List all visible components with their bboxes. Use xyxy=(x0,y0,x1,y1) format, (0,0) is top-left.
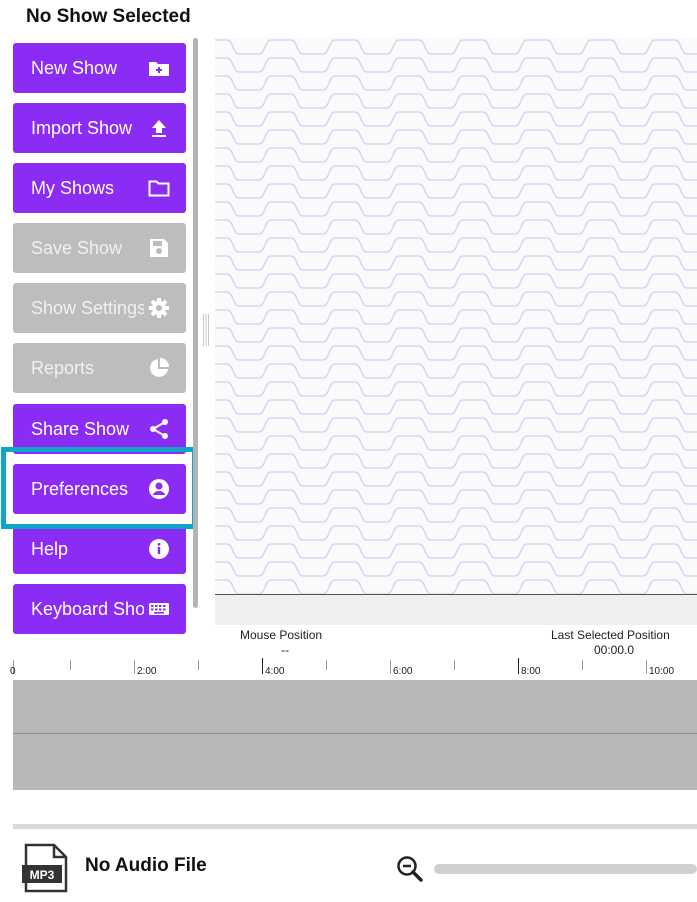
show-settings-button[interactable]: Show Settings xyxy=(13,283,186,333)
tick-mark xyxy=(134,660,135,674)
help-button[interactable]: Help xyxy=(13,524,186,574)
tick-mark xyxy=(582,660,583,670)
share-show-label: Share Show xyxy=(31,418,130,439)
tick-mark xyxy=(390,660,391,674)
upload-icon xyxy=(148,117,170,139)
import-show-button[interactable]: Import Show xyxy=(13,103,186,153)
help-label: Help xyxy=(31,538,69,559)
info-icon xyxy=(148,538,170,560)
my-shows-button[interactable]: My Shows xyxy=(13,163,186,213)
folder-plus-icon xyxy=(148,57,170,79)
mouse-position-label: Mouse Position xyxy=(240,628,323,642)
new-show-label: New Show xyxy=(31,57,118,78)
tick-label: 10:00 xyxy=(649,666,675,677)
my-shows-label: My Shows xyxy=(31,177,115,198)
tick-label: 2:00 xyxy=(137,666,157,677)
save-icon xyxy=(148,237,170,259)
page-title: No Show Selected xyxy=(26,6,191,27)
panel-resize-handle[interactable] xyxy=(202,314,210,346)
zoom-slider[interactable] xyxy=(434,864,697,874)
keyboard-icon xyxy=(148,598,170,620)
new-show-button[interactable]: New Show xyxy=(13,43,186,93)
tick-mark xyxy=(326,660,327,670)
mouse-position-value: -- xyxy=(281,643,289,657)
tick-mark xyxy=(646,660,647,674)
save-show-button[interactable]: Save Show xyxy=(13,223,186,273)
zoom-out-icon[interactable] xyxy=(396,855,424,883)
grid-footer-strip xyxy=(215,594,697,625)
show-grid-canvas[interactable] xyxy=(215,38,697,594)
timeline-ruler[interactable]: 0 2:00 4:00 6:00 8:00 10:00 xyxy=(10,656,697,680)
tick-mark xyxy=(198,660,199,670)
mp3-file-icon[interactable]: MP3 xyxy=(21,843,71,893)
gear-icon xyxy=(148,297,170,319)
last-selected-position-label: Last Selected Position xyxy=(551,628,670,642)
audio-track-area[interactable] xyxy=(13,680,697,790)
sidebar-scrollbar[interactable] xyxy=(193,38,198,608)
track-divider xyxy=(13,733,697,734)
pie-chart-icon xyxy=(148,357,170,379)
tick-mark xyxy=(70,660,71,670)
tick-mark xyxy=(518,658,519,674)
tick-mark xyxy=(262,658,263,674)
save-show-label: Save Show xyxy=(31,237,123,258)
keyboard-shortcuts-label: Keyboard Shortcuts xyxy=(31,598,144,619)
share-icon xyxy=(148,418,170,440)
preferences-highlight-frame xyxy=(1,447,197,529)
show-settings-label: Show Settings xyxy=(31,297,144,318)
tick-label: 4:00 xyxy=(265,666,285,677)
keyboard-shortcuts-button[interactable]: Keyboard Shortcuts xyxy=(13,584,186,634)
reports-label: Reports xyxy=(31,357,95,378)
last-selected-position-value: 00:00.0 xyxy=(594,643,635,657)
tick-label: 6:00 xyxy=(393,666,413,677)
tick-mark xyxy=(454,660,455,670)
reports-button[interactable]: Reports xyxy=(13,343,186,393)
audio-file-label: No Audio File xyxy=(85,855,207,876)
file-badge-text: MP3 xyxy=(30,868,55,882)
tick-label: 8:00 xyxy=(521,666,541,677)
folder-icon xyxy=(148,177,170,199)
import-show-label: Import Show xyxy=(31,117,133,138)
tick-label: 0 xyxy=(10,666,16,677)
bottom-divider xyxy=(13,824,697,829)
